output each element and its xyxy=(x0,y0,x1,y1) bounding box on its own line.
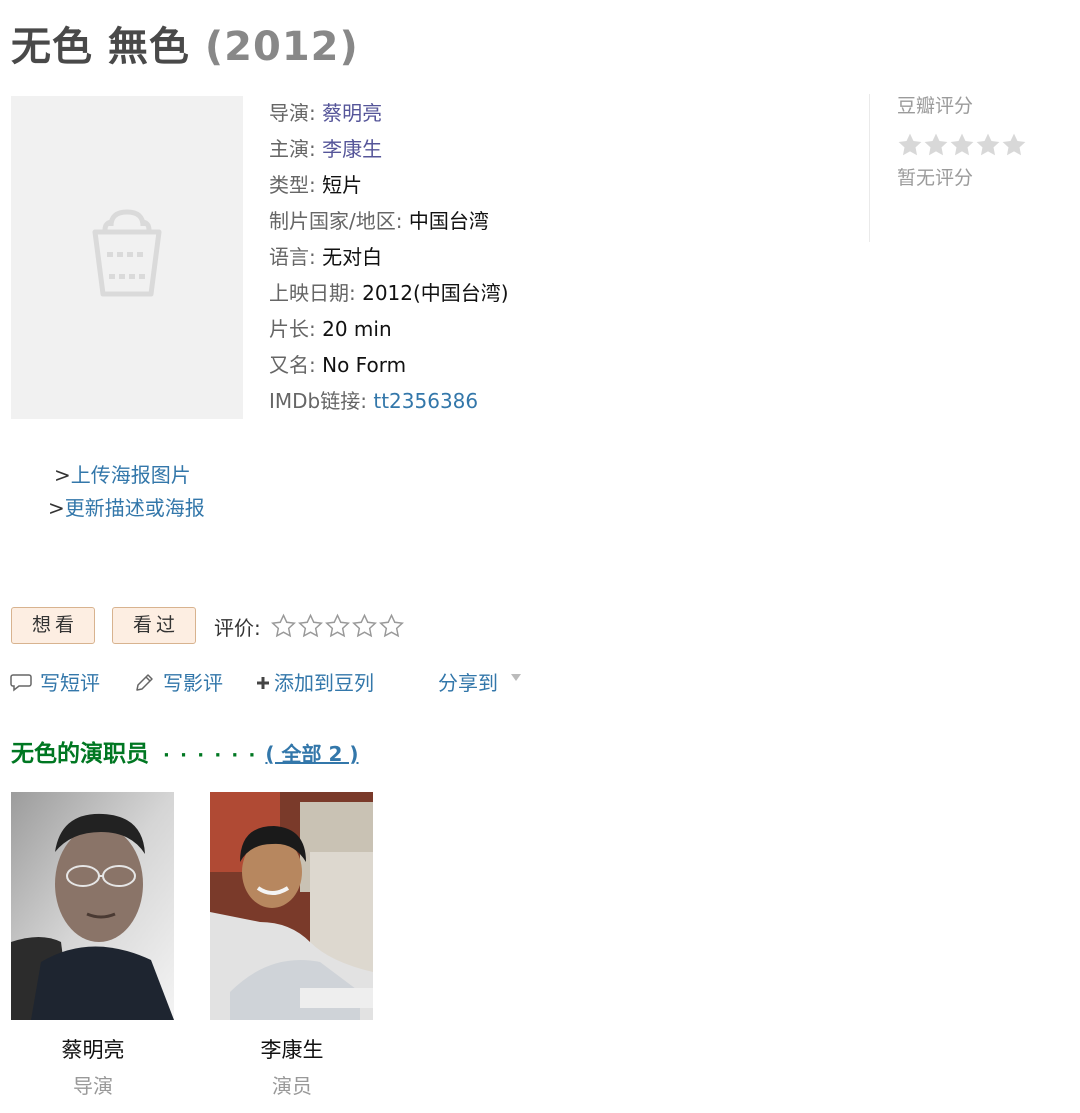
genre-row: 类型: 短片 xyxy=(269,167,509,203)
cast-title-dots: · · · · · · xyxy=(163,745,258,766)
genre-label: 类型: xyxy=(269,173,323,197)
add-to-list-label: 添加到豆列 xyxy=(274,671,374,695)
imdb-link[interactable]: tt2356386 xyxy=(373,389,478,413)
cast-photo[interactable] xyxy=(11,792,174,1020)
speech-bubble-icon xyxy=(10,674,32,692)
cast-name[interactable]: 蔡明亮 xyxy=(11,1036,175,1064)
share-label: 分享到 xyxy=(438,671,498,695)
director-label: 导演: xyxy=(269,101,323,125)
no-rating-text: 暂无评分 xyxy=(897,167,974,189)
update-description-row: >更新描述或海报 xyxy=(48,492,205,525)
plus-icon xyxy=(257,677,269,689)
star-outline-icon[interactable] xyxy=(378,612,405,640)
release-value: 2012(中国台湾) xyxy=(362,281,509,305)
star-outline-icon[interactable] xyxy=(297,612,324,640)
write-short-review[interactable]: 写短评 xyxy=(10,668,100,698)
aka-label: 又名: xyxy=(269,353,323,377)
write-short-review-label: 写短评 xyxy=(40,671,100,695)
cast-role: 导演 xyxy=(73,1074,113,1098)
update-description-prefix: > xyxy=(48,496,65,520)
star-icon xyxy=(950,133,974,156)
release-label: 上映日期: xyxy=(269,281,363,305)
write-review-label: 写影评 xyxy=(163,671,223,695)
rating-stars xyxy=(897,132,1069,158)
caret-down-icon xyxy=(511,674,521,681)
imdb-row: IMDb链接: tt2356386 xyxy=(269,383,509,419)
star-outline-icon[interactable] xyxy=(270,612,297,640)
starring-label: 主演: xyxy=(269,137,323,161)
imdb-label: IMDb链接: xyxy=(269,389,374,413)
cast-title-text: 无色的演职员 xyxy=(11,741,149,767)
actor-photo xyxy=(210,792,373,1020)
language-value: 无对白 xyxy=(322,245,383,269)
rating-panel: 豆瓣评分 暂无评分 xyxy=(869,94,1069,242)
rate-label: 评价: xyxy=(214,616,261,640)
runtime-label: 片长: xyxy=(269,317,323,341)
director-photo xyxy=(11,792,174,1020)
rate-stars xyxy=(270,612,405,640)
aka-value: No Form xyxy=(322,353,407,377)
release-row: 上映日期: 2012(中国台湾) xyxy=(269,275,509,311)
country-label: 制片国家/地区: xyxy=(269,209,409,233)
language-row: 语言: 无对白 xyxy=(269,239,509,275)
write-review[interactable]: 写影评 xyxy=(133,668,223,698)
watched-button[interactable]: 看过 xyxy=(112,607,196,644)
cast-role: 演员 xyxy=(272,1074,312,1098)
starring-row: 主演: 李康生 xyxy=(269,131,509,167)
cast-photo[interactable] xyxy=(210,792,373,1020)
star-outline-icon[interactable] xyxy=(351,612,378,640)
poster-links: >上传海报图片 >更新描述或海报 xyxy=(48,459,205,525)
popcorn-icon xyxy=(92,209,162,297)
cast-name[interactable]: 李康生 xyxy=(210,1036,374,1064)
want-to-watch-button[interactable]: 想看 xyxy=(11,607,95,644)
language-label: 语言: xyxy=(269,245,323,269)
genre-value: 短片 xyxy=(322,173,363,197)
country-row: 制片国家/地区: 中国台湾 xyxy=(269,203,509,239)
aka-row: 又名: No Form xyxy=(269,347,509,383)
upload-poster-link[interactable]: 上传海报图片 xyxy=(71,463,191,487)
movie-year: (2012) xyxy=(204,24,359,70)
pencil-icon xyxy=(136,674,153,691)
rating-panel-title: 豆瓣评分 xyxy=(897,95,974,117)
star-icon xyxy=(898,133,922,156)
poster-placeholder[interactable] xyxy=(11,96,243,419)
cast-member[interactable]: 蔡明亮 导演 xyxy=(11,792,175,1100)
update-description-link[interactable]: 更新描述或海报 xyxy=(65,496,205,520)
upload-poster-row: >上传海报图片 xyxy=(48,459,205,492)
cast-all-link[interactable]: ( 全部 2 ) xyxy=(265,742,358,766)
director-row: 导演: 蔡明亮 xyxy=(269,95,509,131)
page-title: 无色 無色 (2012) xyxy=(11,14,359,72)
country-value: 中国台湾 xyxy=(408,209,489,233)
director-link[interactable]: 蔡明亮 xyxy=(322,101,382,125)
movie-title: 无色 無色 xyxy=(11,24,190,70)
cast-member[interactable]: 李康生 演员 xyxy=(210,792,374,1100)
star-icon xyxy=(1002,133,1026,156)
runtime-row: 片长: 20 min xyxy=(269,311,509,347)
share-dropdown[interactable]: 分享到 xyxy=(438,668,522,698)
upload-poster-prefix: > xyxy=(54,463,71,487)
cast-section-title: 无色的演职员 · · · · · · ( 全部 2 ) xyxy=(11,734,359,768)
movie-info: 导演: 蔡明亮 主演: 李康生 类型: 短片 制片国家/地区: 中国台湾 语言:… xyxy=(269,95,509,419)
runtime-value: 20 min xyxy=(322,317,392,341)
star-outline-icon[interactable] xyxy=(324,612,351,640)
star-icon xyxy=(976,133,1000,156)
star-icon xyxy=(924,133,948,156)
add-to-list[interactable]: 添加到豆列 xyxy=(254,668,374,698)
starring-link[interactable]: 李康生 xyxy=(322,137,382,161)
